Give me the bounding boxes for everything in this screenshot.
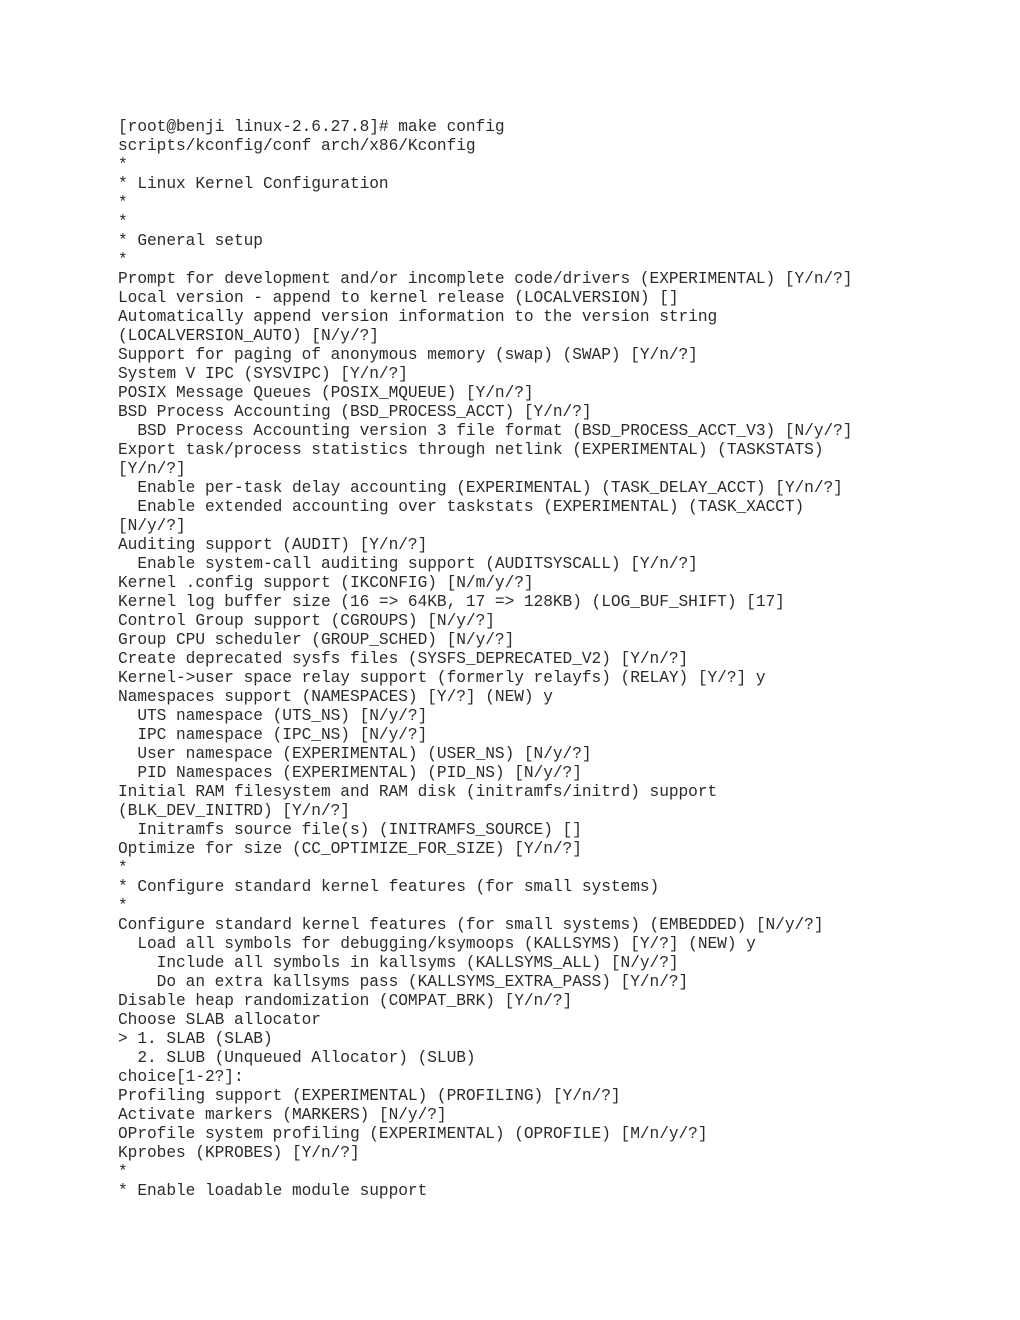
terminal-line: Choose SLAB allocator <box>118 1011 321 1029</box>
terminal-line: Profiling support (EXPERIMENTAL) (PROFIL… <box>118 1087 621 1105</box>
terminal-line: * <box>118 1163 128 1181</box>
terminal-line: Load all symbols for debugging/ksymoops … <box>118 935 756 953</box>
terminal-line: [root@benji linux-2.6.27.8]# make config <box>118 118 505 136</box>
terminal-line: Enable extended accounting over taskstat… <box>118 498 805 516</box>
terminal-line: Automatically append version information… <box>118 308 718 326</box>
terminal-line: OProfile system profiling (EXPERIMENTAL)… <box>118 1125 708 1143</box>
terminal-line: Initramfs source file(s) (INITRAMFS_SOUR… <box>118 821 582 839</box>
terminal-line: Enable per-task delay accounting (EXPERI… <box>118 479 843 497</box>
terminal-line: * General setup <box>118 232 263 250</box>
terminal-line: User namespace (EXPERIMENTAL) (USER_NS) … <box>118 745 592 763</box>
terminal-line: * <box>118 156 128 174</box>
terminal-line: [Y/n/?] <box>118 460 186 478</box>
terminal-line: * <box>118 859 128 877</box>
terminal-line: System V IPC (SYSVIPC) [Y/n/?] <box>118 365 408 383</box>
terminal-line: > 1. SLAB (SLAB) <box>118 1030 273 1048</box>
terminal-line: [N/y/?] <box>118 517 186 535</box>
terminal-line: * <box>118 194 128 212</box>
terminal-line: Optimize for size (CC_OPTIMIZE_FOR_SIZE)… <box>118 840 582 858</box>
terminal-line: Group CPU scheduler (GROUP_SCHED) [N/y/?… <box>118 631 515 649</box>
terminal-line: Support for paging of anonymous memory (… <box>118 346 698 364</box>
terminal-line: Kernel->user space relay support (former… <box>118 669 766 687</box>
terminal-line: POSIX Message Queues (POSIX_MQUEUE) [Y/n… <box>118 384 534 402</box>
terminal-line: Disable heap randomization (COMPAT_BRK) … <box>118 992 573 1010</box>
terminal-line: Namespaces support (NAMESPACES) [Y/?] (N… <box>118 688 553 706</box>
terminal-line: Initial RAM filesystem and RAM disk (ini… <box>118 783 718 801</box>
terminal-line: Configure standard kernel features (for … <box>118 916 824 934</box>
terminal-line: BSD Process Accounting (BSD_PROCESS_ACCT… <box>118 403 592 421</box>
terminal-line: Kprobes (KPROBES) [Y/n/?] <box>118 1144 360 1162</box>
terminal-line: Control Group support (CGROUPS) [N/y/?] <box>118 612 495 630</box>
terminal-line: * Configure standard kernel features (fo… <box>118 878 660 896</box>
terminal-line: Export task/process statistics through n… <box>118 441 824 459</box>
terminal-line: * Linux Kernel Configuration <box>118 175 389 193</box>
terminal-line: IPC namespace (IPC_NS) [N/y/?] <box>118 726 428 744</box>
terminal-line: Kernel log buffer size (16 => 64KB, 17 =… <box>118 593 785 611</box>
terminal-line: PID Namespaces (EXPERIMENTAL) (PID_NS) [… <box>118 764 582 782</box>
terminal-line: Auditing support (AUDIT) [Y/n/?] <box>118 536 428 554</box>
terminal-line: * <box>118 213 128 231</box>
terminal-line: Include all symbols in kallsyms (KALLSYM… <box>118 954 679 972</box>
terminal-line: Kernel .config support (IKCONFIG) [N/m/y… <box>118 574 534 592</box>
terminal-line: (LOCALVERSION_AUTO) [N/y/?] <box>118 327 379 345</box>
terminal-line: Do an extra kallsyms pass (KALLSYMS_EXTR… <box>118 973 689 991</box>
terminal-line: UTS namespace (UTS_NS) [N/y/?] <box>118 707 428 725</box>
terminal-line: * <box>118 251 128 269</box>
terminal-line: Enable system-call auditing support (AUD… <box>118 555 698 573</box>
terminal-line: 2. SLUB (Unqueued Allocator) (SLUB) <box>118 1049 476 1067</box>
terminal-line: Prompt for development and/or incomplete… <box>118 270 853 288</box>
terminal-line: scripts/kconfig/conf arch/x86/Kconfig <box>118 137 476 155</box>
terminal-line: * Enable loadable module support <box>118 1182 428 1200</box>
terminal-output: [root@benji linux-2.6.27.8]# make config… <box>118 118 918 1201</box>
terminal-line: BSD Process Accounting version 3 file fo… <box>118 422 853 440</box>
terminal-line: Activate markers (MARKERS) [N/y/?] <box>118 1106 447 1124</box>
terminal-line: * <box>118 897 128 915</box>
terminal-line: choice[1-2?]: <box>118 1068 244 1086</box>
terminal-line: Local version - append to kernel release… <box>118 289 679 307</box>
terminal-line: Create deprecated sysfs files (SYSFS_DEP… <box>118 650 689 668</box>
terminal-line: (BLK_DEV_INITRD) [Y/n/?] <box>118 802 350 820</box>
